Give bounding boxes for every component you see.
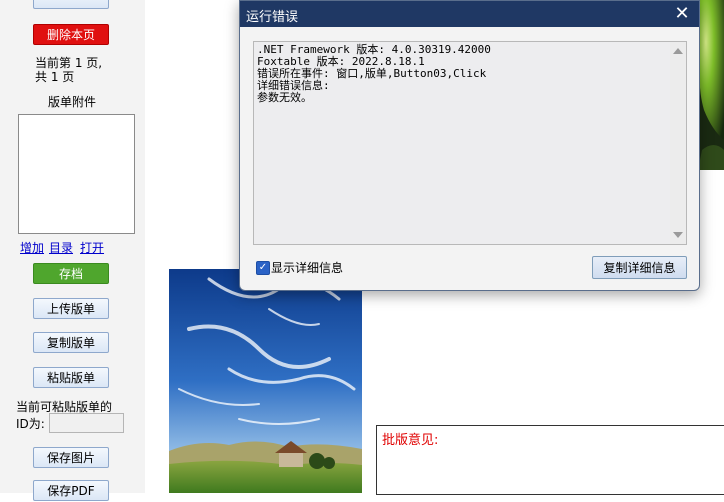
- add-attachment-link[interactable]: 增加: [20, 239, 44, 256]
- page-info-line2: 共 1 页: [35, 70, 75, 84]
- archive-button[interactable]: 存档: [33, 263, 109, 284]
- attachments-list[interactable]: [18, 114, 135, 234]
- paste-id-label-line2: ID为:: [16, 417, 45, 431]
- corner-image: [698, 0, 724, 170]
- delete-page-button[interactable]: 删除本页: [33, 24, 109, 45]
- catalog-link[interactable]: 目录: [49, 239, 73, 256]
- show-details-label[interactable]: 显示详细信息: [271, 259, 343, 276]
- upload-button[interactable]: 上传版单: [33, 298, 109, 319]
- copy-details-button[interactable]: 复制详细信息: [592, 256, 687, 279]
- close-icon[interactable]: ✕: [671, 3, 693, 25]
- comment-label: 批版意见:: [382, 433, 439, 448]
- open-link[interactable]: 打开: [80, 239, 104, 256]
- scroll-up-arrow-icon[interactable]: [673, 48, 683, 54]
- left-panel: 删除本页 当前第 1 页, 共 1 页 版单附件 增加 目录 打开 存档 上传版…: [0, 0, 146, 501]
- show-details-checkbox[interactable]: ✓: [256, 261, 270, 275]
- error-dialog: 运行错误 ✕ .NET Framework 版本: 4.0.30319.4200…: [239, 0, 700, 291]
- scroll-down-arrow-icon[interactable]: [673, 232, 683, 238]
- error-details-text: .NET Framework 版本: 4.0.30319.42000 Foxta…: [257, 43, 491, 104]
- save-pdf-button[interactable]: 保存PDF: [33, 480, 109, 501]
- dialog-titlebar[interactable]: 运行错误 ✕: [240, 1, 699, 27]
- attachments-label: 版单附件: [48, 95, 97, 109]
- save-image-button[interactable]: 保存图片: [33, 447, 109, 468]
- comment-box[interactable]: 批版意见:: [376, 425, 724, 495]
- top-partial-button[interactable]: [33, 0, 109, 9]
- copy-form-button[interactable]: 复制版单: [33, 332, 109, 353]
- paste-form-button[interactable]: 粘贴版单: [33, 367, 109, 388]
- paste-id-field[interactable]: [49, 413, 124, 433]
- landscape-photo: [169, 269, 362, 493]
- error-details-textbox[interactable]: .NET Framework 版本: 4.0.30319.42000 Foxta…: [253, 41, 687, 245]
- dialog-title: 运行错误: [246, 10, 299, 25]
- vertical-scrollbar[interactable]: [670, 42, 686, 244]
